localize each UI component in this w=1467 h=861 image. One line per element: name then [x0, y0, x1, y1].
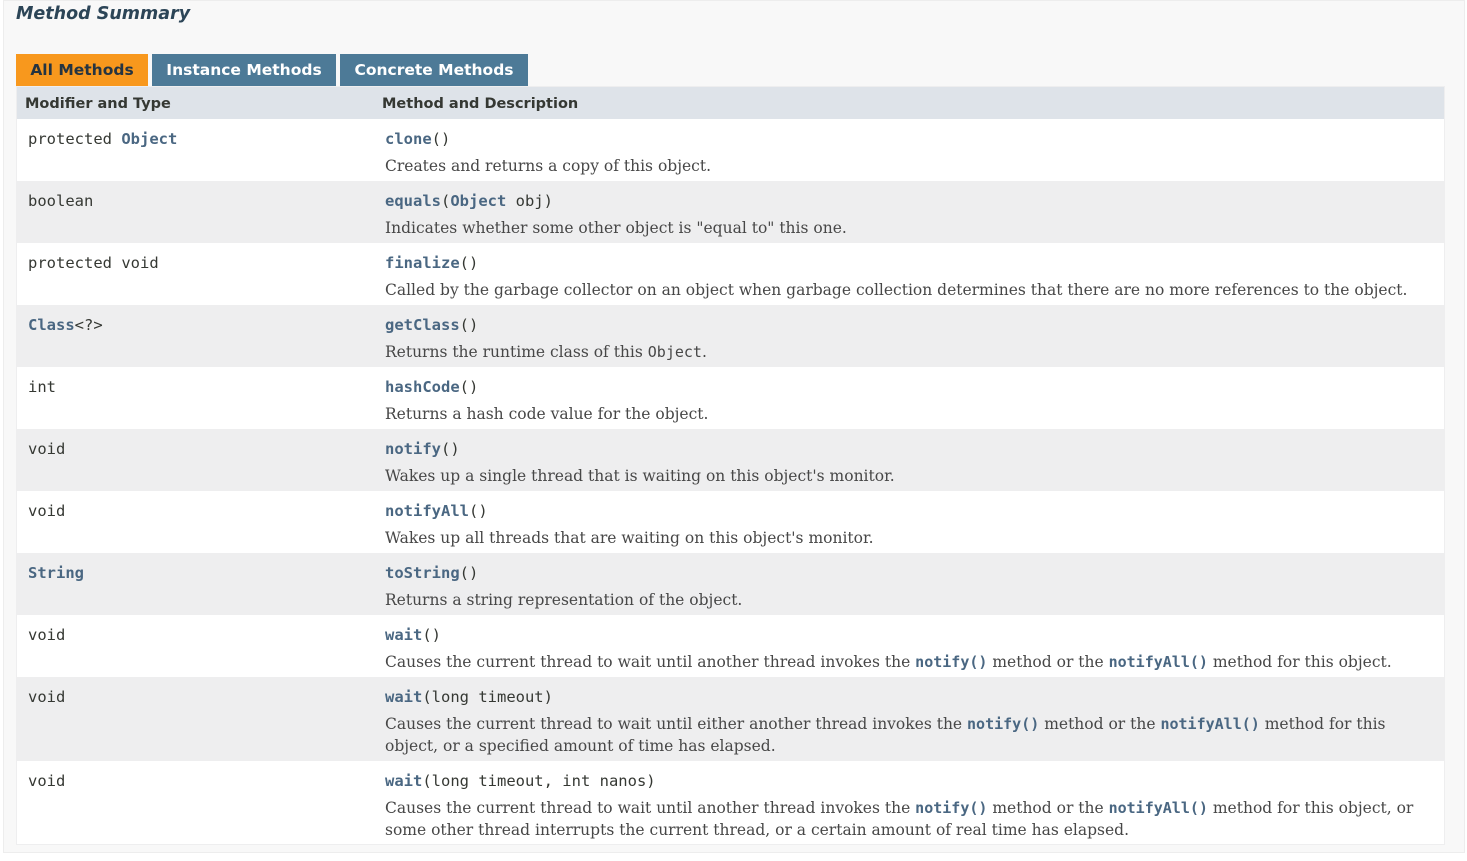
method-signature: hashCode()	[385, 378, 478, 396]
column-header-modifier: Modifier and Type	[25, 96, 171, 112]
method-link[interactable]: wait	[385, 772, 422, 790]
method-params: ()	[459, 254, 479, 272]
method-link[interactable]: clone	[385, 130, 432, 148]
method-params: ()	[459, 378, 479, 396]
method-description: Called by the garbage collector on an ob…	[385, 281, 1408, 299]
table-row: protected void finalize() Called by the …	[17, 243, 1444, 305]
method-params: ()	[459, 564, 479, 582]
description-text: method for this object.	[1207, 653, 1392, 671]
method-description: Returns a string representation of the o…	[385, 591, 743, 609]
method-link[interactable]: hashCode	[385, 378, 460, 396]
modifier-type: void	[28, 440, 66, 458]
modifier-type: int	[28, 378, 56, 396]
description-text: Causes the current thread to wait until …	[385, 715, 968, 733]
description-text: method or the	[1039, 715, 1161, 733]
method-description: Wakes up all threads that are waiting on…	[385, 529, 874, 547]
method-signature: notify()	[385, 440, 460, 458]
method-description: Returns a hash code value for the object…	[385, 405, 709, 423]
modifier-type: void	[28, 772, 66, 790]
description-text: Returns the runtime class of this	[385, 343, 648, 361]
modifier-type: protected Object	[28, 130, 177, 148]
description-text: method or the	[987, 653, 1109, 671]
table-row: void wait(long timeout, int nanos) Cause…	[17, 761, 1444, 844]
table-row: void wait() Causes the current thread to…	[17, 615, 1444, 677]
description-text: Causes the current thread to wait until …	[385, 799, 916, 817]
method-signature: wait()	[385, 626, 441, 644]
type-link[interactable]: Object	[121, 130, 177, 148]
table-row: String toString() Returns a string repre…	[17, 553, 1444, 615]
description-text: .	[701, 343, 707, 361]
modifier-type: protected void	[28, 254, 159, 272]
method-summary-panel: Method Summary All Methods Instance Meth…	[3, 0, 1465, 853]
description-text: method or the	[987, 799, 1109, 817]
modifier-type: String	[28, 564, 84, 582]
method-signature: wait(long timeout)	[385, 688, 553, 706]
table-row: int hashCode() Returns a hash code value…	[17, 367, 1444, 429]
modifier-type: void	[28, 626, 66, 644]
method-params: ()	[441, 440, 460, 458]
table-row: void wait(long timeout) Causes the curre…	[17, 677, 1444, 761]
type-generic: <?>	[74, 316, 103, 334]
inline-code: Object	[647, 343, 702, 361]
method-description: Wakes up a single thread that is waiting…	[385, 467, 895, 485]
tab-concrete-methods[interactable]: Concrete Methods	[340, 54, 528, 86]
method-description: Returns the runtime class of this Object…	[385, 341, 1430, 363]
method-description: Causes the current thread to wait until …	[385, 713, 1430, 757]
section-title: Method Summary	[16, 4, 191, 24]
method-description: Creates and returns a copy of this objec…	[385, 157, 712, 175]
method-description: Causes the current thread to wait until …	[385, 651, 1430, 673]
type-link[interactable]: Class	[28, 316, 75, 334]
method-signature: getClass()	[385, 316, 478, 334]
method-signature: clone()	[385, 130, 450, 148]
notifyall-link[interactable]: notifyAll()	[1109, 653, 1208, 671]
method-signature: notifyAll()	[385, 502, 488, 520]
modifier-type: boolean	[28, 192, 94, 210]
method-link[interactable]: finalize	[385, 254, 460, 272]
method-link[interactable]: getClass	[385, 316, 460, 334]
table-header: Modifier and Type Method and Description	[17, 87, 1444, 119]
table-row: boolean equals(Object obj) Indicates whe…	[17, 181, 1444, 243]
notifyall-link[interactable]: notifyAll()	[1109, 799, 1208, 817]
method-params: ()	[459, 316, 479, 334]
method-description: Causes the current thread to wait until …	[385, 797, 1430, 841]
method-description: Indicates whether some other object is "…	[385, 219, 847, 237]
column-header-method: Method and Description	[382, 96, 579, 112]
modifier-type: void	[28, 502, 66, 520]
modifier-type: void	[28, 688, 66, 706]
method-params: (	[441, 192, 451, 210]
table-row: void notifyAll() Wakes up all threads th…	[17, 491, 1444, 553]
param-type-link[interactable]: Object	[450, 192, 506, 210]
method-signature: toString()	[385, 564, 478, 582]
notifyall-link[interactable]: notifyAll()	[1160, 715, 1259, 733]
method-signature: finalize()	[385, 254, 478, 272]
method-params: ()	[431, 130, 451, 148]
method-link[interactable]: toString	[385, 564, 460, 582]
method-link[interactable]: notifyAll	[385, 502, 469, 520]
method-link[interactable]: notify	[385, 440, 441, 458]
method-signature: equals(Object obj)	[385, 192, 553, 210]
method-signature: wait(long timeout, int nanos)	[385, 772, 656, 790]
method-link[interactable]: wait	[385, 688, 422, 706]
method-params: ()	[469, 502, 488, 520]
tab-instance-methods[interactable]: Instance Methods	[152, 54, 336, 86]
method-params: (long timeout)	[422, 688, 553, 706]
method-params: (long timeout, int nanos)	[422, 772, 656, 790]
table-row: protected Object clone() Creates and ret…	[17, 119, 1444, 181]
notify-link[interactable]: notify()	[915, 653, 987, 671]
modifier-text: protected	[28, 130, 122, 148]
table-row: Class<?> getClass() Returns the runtime …	[17, 305, 1444, 367]
tab-all-methods[interactable]: All Methods	[16, 54, 148, 86]
notify-link[interactable]: notify()	[915, 799, 987, 817]
method-summary-table: Modifier and Type Method and Description…	[16, 86, 1445, 845]
method-link[interactable]: equals	[385, 192, 441, 210]
modifier-type: Class<?>	[28, 316, 103, 334]
notify-link[interactable]: notify()	[967, 715, 1039, 733]
method-params-rest: obj)	[506, 192, 554, 210]
method-params: ()	[422, 626, 441, 644]
method-link[interactable]: wait	[385, 626, 422, 644]
table-row: void notify() Wakes up a single thread t…	[17, 429, 1444, 491]
description-text: Causes the current thread to wait until …	[385, 653, 916, 671]
type-link[interactable]: String	[28, 564, 84, 582]
